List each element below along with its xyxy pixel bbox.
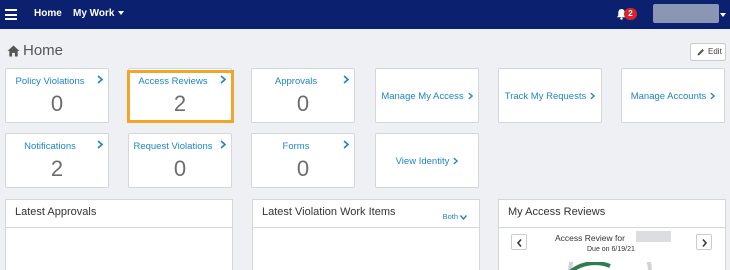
hamburger-icon[interactable] xyxy=(5,9,17,20)
chevron-down-icon xyxy=(460,215,467,220)
chevron-right-icon xyxy=(343,75,349,84)
chevron-right-icon xyxy=(453,157,459,165)
home-icon xyxy=(7,45,20,57)
chevron-right-icon xyxy=(220,140,226,149)
latest-approvals-panel: Latest Approvals xyxy=(5,199,233,270)
tile-manage-my-access[interactable]: Manage My Access xyxy=(375,68,479,123)
chevron-left-icon xyxy=(517,239,522,247)
tile-link-label: View Identity xyxy=(376,156,478,167)
progress-gauge xyxy=(568,262,652,270)
tile-link-text: Track My Requests xyxy=(504,91,587,102)
panel-title: Latest Violation Work Items xyxy=(262,206,396,218)
chevron-right-icon xyxy=(97,140,103,149)
tile-label: Policy Violations xyxy=(15,76,85,87)
tile-link-text: Manage My Access xyxy=(381,91,464,102)
tile-label: Approvals xyxy=(274,76,318,87)
tile-count: 0 xyxy=(296,156,310,181)
nav-home-link[interactable]: Home xyxy=(34,8,62,19)
tile-policy-violations[interactable]: Policy Violations 0 xyxy=(5,68,109,123)
chevron-right-icon xyxy=(702,239,707,247)
panel-title: My Access Reviews xyxy=(499,200,725,228)
tile-notifications[interactable]: Notifications 2 xyxy=(5,133,109,188)
tile-link-label: Track My Requests xyxy=(499,91,601,102)
nav-my-work-label: My Work xyxy=(73,8,115,19)
tile-request-violations[interactable]: Request Violations 0 xyxy=(128,133,232,188)
tile-forms[interactable]: Forms 0 xyxy=(251,133,355,188)
nav-my-work-menu[interactable]: My Work xyxy=(73,8,124,19)
prev-review-button[interactable] xyxy=(511,234,527,250)
chevron-right-icon xyxy=(590,92,596,100)
latest-violation-panel: Latest Violation Work Items Both xyxy=(252,199,480,270)
tile-view-identity[interactable]: View Identity xyxy=(375,133,479,188)
top-navbar: Home My Work 2 xyxy=(0,0,730,29)
tile-link-text: View Identity xyxy=(395,156,450,167)
user-menu-caret-icon[interactable] xyxy=(720,13,726,17)
tile-count: 2 xyxy=(50,156,64,181)
chevron-right-icon xyxy=(710,92,716,100)
review-title: Access Review for xyxy=(555,233,625,243)
caret-down-icon xyxy=(117,11,124,16)
pencil-icon xyxy=(697,49,704,56)
both-filter-dropdown[interactable]: Both xyxy=(443,212,467,221)
filter-label: Both xyxy=(442,212,458,221)
highlight-box xyxy=(127,70,234,123)
review-due-date: Due on 6/19/21 xyxy=(587,246,635,253)
tile-label: Request Violations xyxy=(133,141,213,152)
tile-track-my-requests[interactable]: Track My Requests xyxy=(498,68,602,123)
tile-label: Notifications xyxy=(24,141,76,152)
panel-title: Latest Approvals xyxy=(6,200,232,228)
edit-button[interactable]: Edit xyxy=(690,43,726,61)
notification-count-badge: 2 xyxy=(624,8,637,20)
next-review-button[interactable] xyxy=(696,234,712,250)
chevron-right-icon xyxy=(343,140,349,149)
tile-link-label: Manage Accounts xyxy=(622,91,724,102)
tile-link-text: Manage Accounts xyxy=(630,91,707,102)
user-menu[interactable] xyxy=(653,4,719,23)
tile-manage-accounts[interactable]: Manage Accounts xyxy=(621,68,725,123)
tile-approvals[interactable]: Approvals 0 xyxy=(251,68,355,123)
tile-label: Forms xyxy=(282,141,310,152)
tile-link-label: Manage My Access xyxy=(376,91,478,102)
tile-count: 0 xyxy=(173,156,187,181)
chevron-right-icon xyxy=(97,75,103,84)
chevron-right-icon xyxy=(468,92,473,100)
edit-button-label: Edit xyxy=(708,47,722,56)
tile-count: 0 xyxy=(50,91,64,116)
tile-count: 0 xyxy=(296,91,310,116)
panel-header: Latest Violation Work Items Both xyxy=(253,200,479,228)
review-target-redacted xyxy=(636,231,671,242)
page-title: Home xyxy=(23,42,64,59)
